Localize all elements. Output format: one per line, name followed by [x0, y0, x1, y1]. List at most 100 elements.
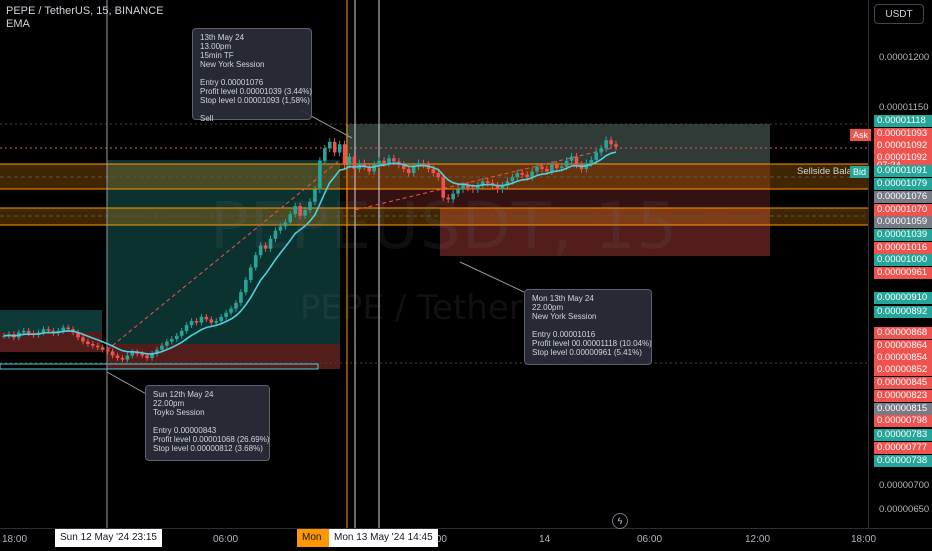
candle-body: [436, 173, 441, 178]
candle-body: [239, 292, 243, 303]
candle-body: [160, 345, 164, 350]
candle-body: [115, 355, 120, 358]
candle-body: [392, 158, 396, 162]
candle-body: [510, 177, 515, 182]
price-label: 0.00001092: [874, 140, 932, 152]
candle-body: [485, 181, 490, 183]
note-right-line: Stop level 0.00000961 (5.41%): [532, 348, 642, 357]
note-right-line: 22.00pm: [532, 303, 564, 312]
price-label: 0.00000650: [879, 504, 930, 515]
price-label: 0.00001091: [874, 165, 932, 177]
candle-body: [614, 144, 618, 147]
candle-body: [95, 345, 100, 348]
candle-body: [332, 141, 337, 153]
trade-note-right[interactable]: Mon 13th May 24 22.00pm New York Session E…: [524, 289, 652, 365]
zone-green: [0, 310, 102, 332]
candle-body: [387, 158, 391, 164]
time-label: 12:00: [745, 534, 771, 545]
candle-body: [411, 166, 416, 174]
watermark-name: PEPE / Tether: [300, 288, 523, 328]
note-top-line: 13th May 24: [200, 33, 245, 42]
candle-body: [26, 330, 31, 334]
note-right-line: Mon 13th May 24: [532, 294, 594, 303]
price-chart[interactable]: [0, 0, 868, 528]
chart-pane[interactable]: [0, 0, 868, 528]
price-label: 0.00000738: [874, 455, 932, 467]
sellside-balance-label: Sellside Balance: [797, 166, 853, 177]
price-label: 0.00000845: [874, 377, 932, 389]
candle-body: [323, 148, 327, 161]
candle-body: [431, 168, 436, 174]
note-left-line: Profit level 0.00001068 (26.69%): [153, 435, 270, 444]
lightning-icon[interactable]: ϟ: [612, 513, 628, 529]
candle-body: [525, 174, 529, 178]
time-label: 14: [539, 534, 551, 545]
note-top-line: Stop level 0.00001093 (1,58%): [200, 96, 310, 105]
trade-note-left[interactable]: Sun 12th May 24 22.00pm Toyko Session Entr…: [145, 385, 270, 461]
price-label: 0.00001150: [879, 102, 929, 113]
candle-body: [421, 163, 426, 165]
note-left-line: Toyko Session: [153, 408, 205, 417]
candle-body: [248, 267, 253, 280]
note-top-line: [200, 69, 304, 78]
price-label: 0.00001076: [874, 191, 932, 203]
currency-button[interactable]: USDT: [874, 4, 924, 24]
candle-body: [214, 320, 219, 323]
candle-body: [91, 343, 95, 346]
price-label: 0.00000892: [874, 306, 932, 318]
candle-body: [515, 173, 520, 178]
candle-body: [377, 160, 381, 165]
candle-body: [599, 148, 603, 153]
note-left-line: [153, 417, 262, 426]
candle-body: [145, 355, 149, 358]
note-top-line: [200, 105, 304, 114]
price-label: 0.00000700: [879, 480, 930, 491]
candle-body: [199, 316, 204, 323]
candle-body: [520, 173, 525, 175]
note-left-line: Stop level 0.00000812 (3.68%): [153, 444, 263, 453]
price-label: 0.00000852: [874, 364, 932, 376]
time-label: 06:00: [637, 534, 663, 545]
candle-body: [41, 329, 46, 333]
candle-body: [574, 156, 579, 165]
chart-header: PEPE / TetherUS, 15, BINANCE EMA: [6, 5, 164, 31]
candle-body: [564, 160, 569, 167]
candle-body: [382, 160, 386, 164]
candle-body: [535, 166, 539, 172]
price-label: 0.00000961: [874, 267, 932, 279]
note-right-line: Profit level 00.00001118 (10.04%): [532, 339, 652, 348]
ema-indicator-label[interactable]: EMA: [6, 18, 164, 31]
candle-body: [554, 164, 559, 169]
candle-body: [347, 156, 352, 165]
note-top-line: Profit level 0.00001039 (3.44%): [200, 87, 313, 96]
candle-body: [229, 308, 233, 313]
candle-body: [179, 330, 184, 336]
candle-body: [81, 337, 85, 342]
candle-body: [234, 302, 238, 309]
candle-body: [174, 335, 179, 340]
price-label: 0.00000798: [874, 415, 932, 427]
candle-body: [204, 316, 209, 320]
candle-body: [165, 341, 169, 346]
candle-body: [105, 349, 110, 352]
time-label: 18:00: [851, 534, 877, 545]
trade-note-top[interactable]: 13th May 24 13.00pm 15min TF New York Sessi…: [192, 28, 313, 123]
candle-body: [569, 156, 574, 161]
symbol-title[interactable]: PEPE / TetherUS, 15, BINANCE: [6, 5, 164, 18]
price-label: 0.00000868: [874, 327, 932, 339]
candle-body: [327, 141, 332, 149]
candle-body: [86, 341, 90, 344]
price-label: 0.00000910: [874, 292, 932, 304]
price-label: 0.00000823: [874, 390, 932, 402]
candle-body: [66, 327, 70, 330]
candle-body: [170, 339, 174, 342]
price-label: 0.00001039: [874, 229, 932, 241]
candle-body: [318, 160, 322, 190]
candle-body: [46, 329, 51, 331]
candle-body: [559, 166, 564, 169]
candle-body: [342, 144, 347, 165]
candle-body: [550, 164, 554, 172]
candle-body: [461, 185, 465, 190]
candle-body: [120, 357, 125, 360]
price-label: 0.00001070: [874, 204, 932, 216]
